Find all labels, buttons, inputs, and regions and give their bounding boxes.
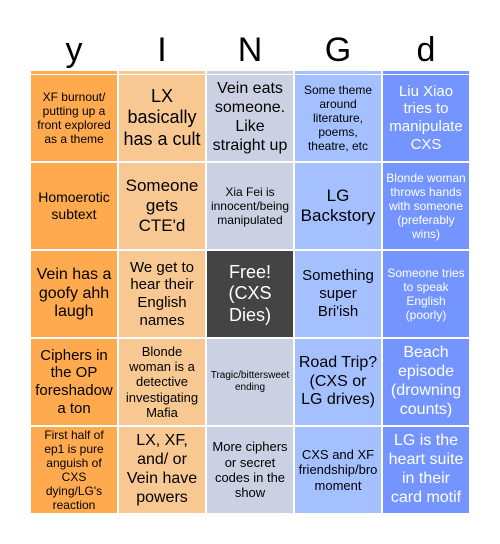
bingo-cell[interactable]: First half of ep1 is pure anguish of CXS… xyxy=(30,426,118,514)
bingo-cell[interactable]: Xia Fei is innocent/being manipulated xyxy=(206,162,294,250)
header-letter-1: y xyxy=(31,30,117,74)
bingo-cell[interactable]: Tragic/bittersweet ending xyxy=(206,338,294,426)
bingo-cell[interactable]: Liu Xiao tries to manipulate CXS xyxy=(382,74,470,162)
free-space[interactable]: Free! (CXS Dies) xyxy=(206,250,294,338)
bingo-cell[interactable]: Blonde woman is a detective investigatin… xyxy=(118,338,206,426)
bingo-cell[interactable]: Something super Bri'ish xyxy=(294,250,382,338)
bingo-cell[interactable]: LX basically has a cult xyxy=(118,74,206,162)
bingo-card: y I N G d XF burnout/ putting up a front… xyxy=(30,30,470,514)
bingo-cell[interactable]: CXS and XF friendship/bro moment xyxy=(294,426,382,514)
bingo-cell[interactable]: XF burnout/ putting up a front explored … xyxy=(30,74,118,162)
bingo-cell[interactable]: Someone tries to speak English (poorly) xyxy=(382,250,470,338)
header-letter-5: d xyxy=(383,30,469,74)
bingo-cell[interactable]: LG Backstory xyxy=(294,162,382,250)
bingo-cell[interactable]: Vein has a goofy ahh laugh xyxy=(30,250,118,338)
bingo-cell[interactable]: More ciphers or secret codes in the show xyxy=(206,426,294,514)
bingo-grid: XF burnout/ putting up a front explored … xyxy=(30,74,470,514)
bingo-header: y I N G d xyxy=(30,30,470,74)
bingo-cell[interactable]: We get to hear their English names xyxy=(118,250,206,338)
header-letter-4: G xyxy=(295,30,381,74)
header-letter-2: I xyxy=(119,30,205,74)
bingo-cell[interactable]: LG is the heart suite in their card moti… xyxy=(382,426,470,514)
bingo-cell[interactable]: Vein eats someone. Like straight up xyxy=(206,74,294,162)
bingo-cell[interactable]: Road Trip? (CXS or LG drives) xyxy=(294,338,382,426)
bingo-cell[interactable]: Beach episode (drowning counts) xyxy=(382,338,470,426)
bingo-cell[interactable]: Some theme around literature, poems, the… xyxy=(294,74,382,162)
bingo-cell[interactable]: Blonde woman throws hands with someone (… xyxy=(382,162,470,250)
bingo-cell[interactable]: Homoerotic subtext xyxy=(30,162,118,250)
bingo-cell[interactable]: Ciphers in the OP foreshadow a ton xyxy=(30,338,118,426)
bingo-cell[interactable]: Someone gets CTE'd xyxy=(118,162,206,250)
header-letter-3: N xyxy=(207,30,293,74)
bingo-cell[interactable]: LX, XF, and/ or Vein have powers xyxy=(118,426,206,514)
